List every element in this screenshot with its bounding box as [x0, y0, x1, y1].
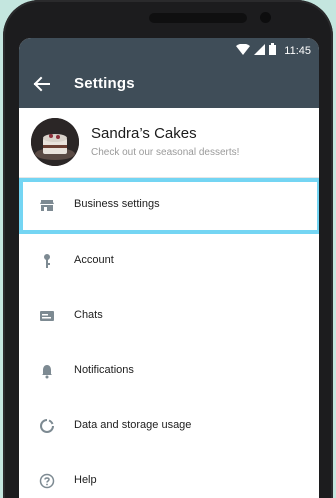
wifi-icon [236, 42, 251, 60]
app-bar: Settings [19, 60, 319, 108]
status-icons: 11:45 [236, 42, 311, 60]
key-icon [39, 253, 55, 269]
menu-item-label: Chats [74, 309, 103, 321]
menu-item-label: Data and storage usage [74, 419, 192, 431]
menu-item-label: Help [74, 474, 97, 486]
status-time: 11:45 [284, 45, 311, 57]
phone-camera [260, 12, 271, 23]
signal-icon [254, 42, 266, 60]
battery-icon [269, 42, 277, 60]
menu-item-help[interactable]: Help [19, 454, 319, 498]
menu-item-account[interactable]: Account [19, 234, 319, 289]
menu-item-label: Account [74, 254, 114, 266]
highlight-box [19, 178, 319, 234]
phone-frame: 11:45 Settings Sandra’s Cakes Check out … [3, 0, 333, 498]
avatar[interactable] [31, 118, 79, 166]
chat-icon [39, 308, 55, 324]
menu-item-chats[interactable]: Chats [19, 289, 319, 344]
profile-row[interactable]: Sandra’s Cakes Check out our seasonal de… [19, 108, 319, 176]
help-icon [39, 473, 55, 489]
menu-item-data-storage[interactable]: Data and storage usage [19, 399, 319, 454]
bell-icon [39, 363, 55, 379]
stage: 11:45 Settings Sandra’s Cakes Check out … [0, 0, 336, 498]
menu-item-label: Notifications [74, 364, 134, 376]
profile-name: Sandra’s Cakes [91, 125, 197, 142]
status-bar: 11:45 [19, 38, 319, 60]
page-title: Settings [74, 75, 135, 92]
phone-screen: 11:45 Settings Sandra’s Cakes Check out … [19, 38, 319, 498]
profile-status: Check out our seasonal desserts! [91, 147, 240, 158]
arrow-back-icon[interactable] [31, 73, 53, 95]
menu-item-notifications[interactable]: Notifications [19, 344, 319, 399]
data-usage-icon [39, 418, 55, 434]
phone-speaker [149, 13, 247, 23]
